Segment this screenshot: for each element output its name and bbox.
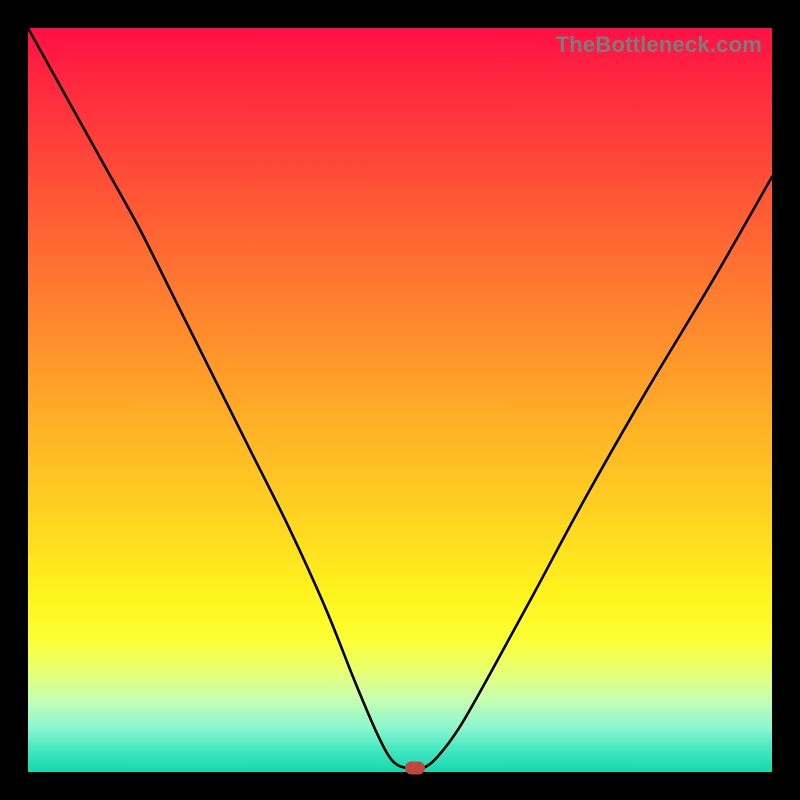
bottleneck-curve xyxy=(28,28,772,772)
chart-frame: TheBottleneck.com xyxy=(0,0,800,800)
optimal-point-marker xyxy=(405,762,425,775)
plot-area: TheBottleneck.com xyxy=(28,28,772,772)
